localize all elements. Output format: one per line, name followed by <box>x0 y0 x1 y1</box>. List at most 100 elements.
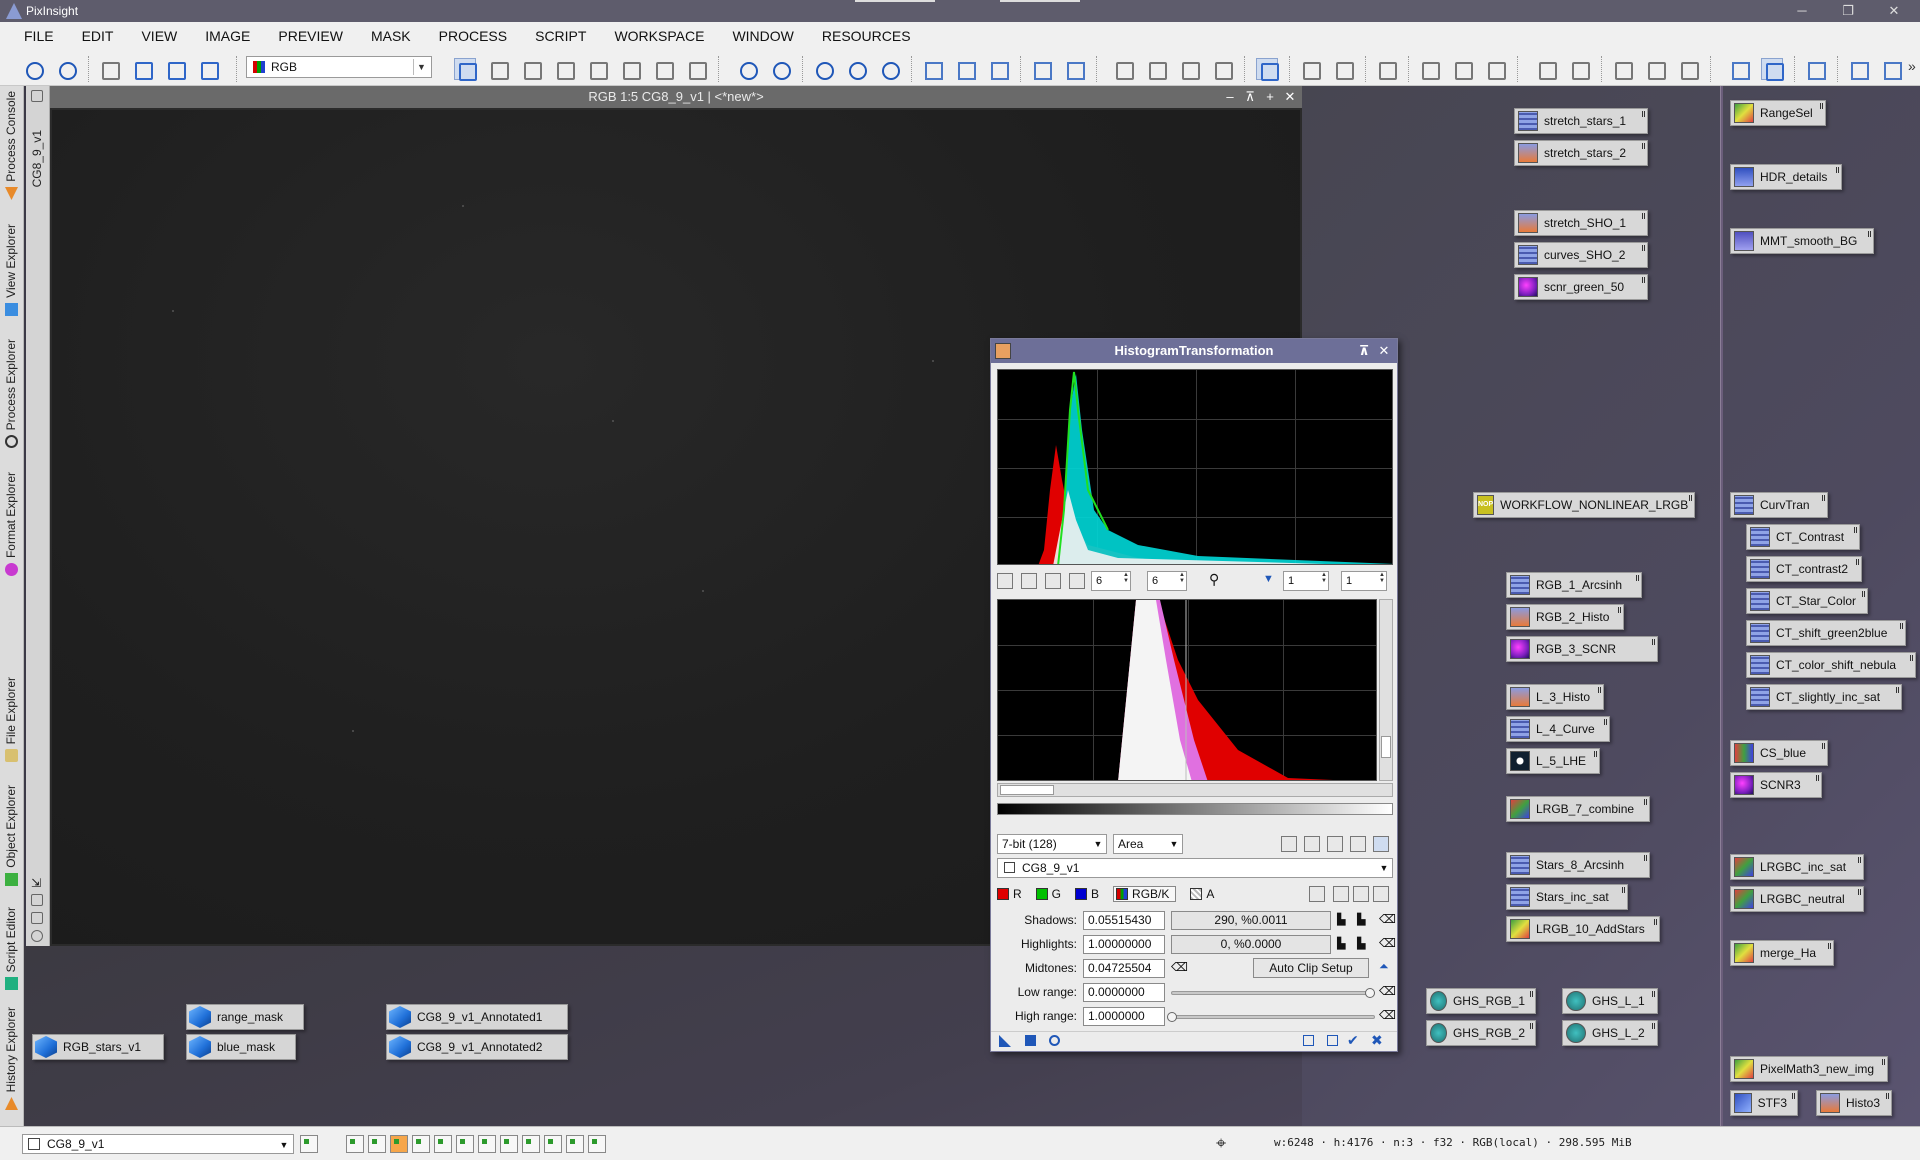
icon-handle-icon[interactable] <box>1618 607 1621 613</box>
preview-reset-icon[interactable] <box>987 58 1009 80</box>
pan-mode-icon[interactable] <box>553 58 575 80</box>
icon-handle-icon[interactable] <box>1886 1093 1889 1099</box>
icon-handle-icon[interactable] <box>1868 231 1871 237</box>
statusbar-view-select[interactable]: CG8_9_v1 ▼ <box>22 1134 294 1154</box>
zoom-out-2-icon[interactable] <box>878 58 900 80</box>
fit-window-icon[interactable] <box>1063 58 1085 80</box>
process-icon-l-4-curve[interactable]: L_4_Curve <box>1506 716 1610 742</box>
toolbar-overflow-icon[interactable]: » <box>1908 58 1916 74</box>
process-icon-ct-color-shift-nebula[interactable]: CT_color_shift_nebula <box>1746 652 1916 678</box>
process-1-icon[interactable] <box>1299 58 1321 80</box>
channel-g[interactable]: G <box>1035 887 1061 901</box>
process-icon-lrgbc-inc-sat[interactable]: LRGBC_inc_sat <box>1730 854 1864 880</box>
dialog-titlebar[interactable]: HistogramTransformation ⊼ ✕ <box>991 339 1397 363</box>
menu-workspace[interactable]: WORKSPACE <box>600 28 718 44</box>
process-icon-workflow-nonlinear-lrgb[interactable]: NOP WORKFLOW_NONLINEAR_LRGB <box>1473 492 1695 518</box>
process-icon-rgb-1-arcsinh[interactable]: RGB_1_Arcsinh <box>1506 572 1642 598</box>
real-time-preview-icon[interactable] <box>1049 1035 1060 1046</box>
process-icon-stars-inc-sat[interactable]: Stars_inc_sat <box>1506 884 1628 910</box>
icon-handle-icon[interactable] <box>1636 575 1639 581</box>
close-icon[interactable]: ✕ <box>1872 0 1916 22</box>
menu-preview[interactable]: PREVIEW <box>264 28 357 44</box>
image-icon-annotated2[interactable]: CG8_9_v1_Annotated2 <box>386 1034 568 1060</box>
process-icon-stf3[interactable]: STF3 <box>1730 1090 1798 1116</box>
process-icon-stars-8-arcsinh[interactable]: Stars_8_Arcsinh <box>1506 852 1650 878</box>
color-image-icon[interactable] <box>164 58 186 80</box>
process-icon-curves-sho-2[interactable]: curves_SHO_2 <box>1514 242 1648 268</box>
icon-handle-icon[interactable] <box>1604 719 1607 725</box>
icon-handle-icon[interactable] <box>1882 1059 1885 1065</box>
icon-handle-icon[interactable] <box>1654 919 1657 925</box>
menu-script[interactable]: SCRIPT <box>521 28 600 44</box>
zoom-in-icon[interactable] <box>736 58 758 80</box>
target-view-select[interactable]: CG8_9_v1 ▼ <box>997 858 1393 878</box>
screen-active-icon[interactable] <box>1761 58 1784 81</box>
statusbar-tool-12[interactable] <box>588 1135 606 1153</box>
process-3-icon[interactable] <box>1375 58 1397 80</box>
icon-handle-icon[interactable] <box>1594 751 1597 757</box>
process-icon-cs-blue[interactable]: CS_blue <box>1730 740 1828 766</box>
process-icon-l-5-lhe[interactable]: L_5_LHE <box>1506 748 1600 774</box>
histogram-mini-icon[interactable]: ▙ <box>1357 937 1365 950</box>
process-icon-ct-slightly-inc-sat[interactable]: CT_slightly_inc_sat <box>1746 684 1902 710</box>
shade-icon[interactable]: ⊼ <box>1355 339 1373 363</box>
reset-icon[interactable]: ⌫ <box>1379 936 1396 950</box>
reset-icon[interactable]: ⌫ <box>1379 1008 1396 1022</box>
reset-all-icon[interactable]: ✖ <box>1371 1032 1383 1049</box>
channel-view-icon[interactable] <box>1327 836 1343 852</box>
high-range-slider-knob[interactable] <box>1167 1012 1177 1022</box>
dock-tab-script-editor[interactable]: Script Editor <box>0 892 24 994</box>
scroll-thumb[interactable] <box>1000 785 1054 795</box>
input-histogram[interactable] <box>997 369 1393 565</box>
extract-channels-icon[interactable] <box>197 58 219 80</box>
dock-tab-process-explorer[interactable]: Process Explorer <box>0 322 24 452</box>
statusbar-tool-8[interactable] <box>500 1135 518 1153</box>
clone-icon[interactable] <box>31 912 43 924</box>
gear-icon[interactable] <box>1333 886 1349 902</box>
new-instance-icon[interactable] <box>999 1035 1011 1047</box>
menu-file[interactable]: FILE <box>10 28 68 44</box>
process-icon-pixelmath3-new-img[interactable]: PixelMath3_new_img <box>1730 1056 1888 1082</box>
close-icon[interactable]: ✕ <box>1375 339 1393 363</box>
statusbar-tool-6[interactable] <box>456 1135 474 1153</box>
reset-icon[interactable]: ⌫ <box>1171 960 1188 974</box>
icon-handle-icon[interactable] <box>1816 775 1819 781</box>
process-icon-ghs-rgb-1[interactable]: GHS_RGB_1 <box>1426 988 1536 1014</box>
statusbar-tool-2[interactable] <box>368 1135 386 1153</box>
zoom-fit-icon[interactable] <box>1021 573 1037 589</box>
process-icon-stretch-sho-1[interactable]: stretch_SHO_1 <box>1514 210 1648 236</box>
zoom-in-2-icon[interactable] <box>845 58 867 80</box>
statusbar-tool-7[interactable] <box>478 1135 496 1153</box>
statusbar-tool-9[interactable] <box>522 1135 540 1153</box>
low-range-slider-knob[interactable] <box>1365 988 1375 998</box>
crosshair-icon[interactable] <box>1373 886 1389 902</box>
icon-handle-icon[interactable] <box>1642 143 1645 149</box>
undo-icon[interactable] <box>22 58 44 80</box>
process-icon-merge-ha[interactable]: merge_Ha <box>1730 940 1834 966</box>
process-icon-ghs-rgb-2[interactable]: GHS_RGB_2 <box>1426 1020 1536 1046</box>
stf-active-icon[interactable] <box>1256 58 1279 81</box>
process-icon-scnr3[interactable]: SCNR3 <box>1730 772 1822 798</box>
reset-icon[interactable]: ⌫ <box>1379 912 1396 926</box>
image-icon-annotated1[interactable]: CG8_9_v1_Annotated1 <box>386 1004 568 1030</box>
channel-select[interactable]: RGB ▼ <box>246 56 432 78</box>
pointer-icon[interactable] <box>685 58 707 80</box>
image-window-titlebar[interactable]: RGB 1:5 CG8_9_v1 | <*new*> – ⊼ + ✕ <box>50 86 1302 108</box>
shrink-icon[interactable]: ⇲ <box>31 876 43 890</box>
workspace-1-icon[interactable] <box>1535 58 1557 80</box>
auto-clip-icon[interactable]: ⏶ <box>1379 959 1389 974</box>
process-icon-lrgb-10-addstars[interactable]: LRGB_10_AddStars <box>1506 916 1660 942</box>
icon-handle-icon[interactable] <box>1689 495 1692 501</box>
dock-tab-history-explorer[interactable]: History Explorer <box>0 996 24 1114</box>
readout-icon[interactable] <box>997 573 1013 589</box>
new-image-icon[interactable] <box>131 58 153 80</box>
curve-view-icon[interactable] <box>1350 836 1366 852</box>
icon-handle-icon[interactable] <box>1900 623 1903 629</box>
transfer-gradient-bar[interactable] <box>997 803 1393 815</box>
channel-b[interactable]: B <box>1075 887 1099 901</box>
output-zoom-h-spinner[interactable]: 1 <box>1283 571 1329 591</box>
process-icon-hdr-details[interactable]: HDR_details <box>1730 164 1842 190</box>
output-histogram-vscroll[interactable] <box>1379 599 1393 781</box>
icon-handle-icon[interactable] <box>1652 639 1655 645</box>
process-6-icon[interactable] <box>1484 58 1506 80</box>
